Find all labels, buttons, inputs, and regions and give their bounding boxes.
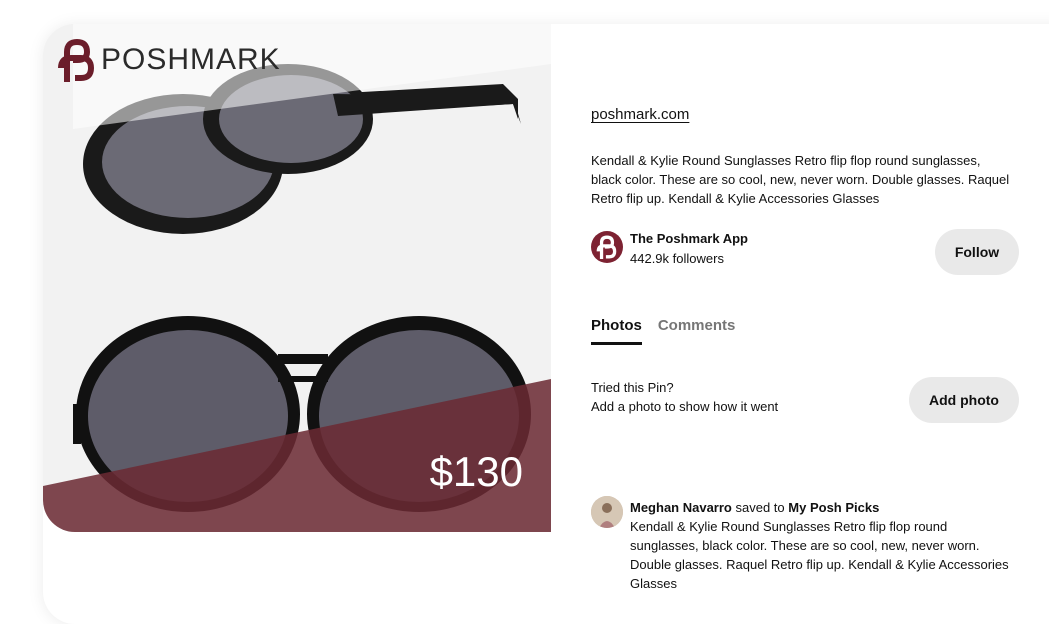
poshmark-logo: POSHMARK — [57, 38, 281, 82]
add-photo-button[interactable]: Add photo — [909, 377, 1019, 423]
tab-comments[interactable]: Comments — [658, 317, 736, 345]
activity-text: Meghan Navarro saved to My Posh Picks Ke… — [630, 498, 1010, 593]
poshmark-avatar-icon — [596, 235, 617, 259]
brand-name: POSHMARK — [101, 43, 281, 76]
activity-board[interactable]: My Posh Picks — [788, 500, 879, 515]
pin-description: Kendall & Kylie Round Sunglasses Retro f… — [591, 153, 1010, 206]
pin-details: poshmark.com Kendall & Kylie Round Sungl… — [591, 24, 1031, 624]
tab-photos[interactable]: Photos — [591, 317, 642, 345]
source-link[interactable]: poshmark.com — [591, 106, 689, 123]
user-avatar[interactable] — [591, 496, 623, 528]
creator-row: The Poshmark App 442.9k followers Follow — [591, 229, 1021, 275]
price-label: $130 — [429, 448, 523, 495]
tried-title: Tried this Pin? — [591, 380, 674, 395]
creator-avatar[interactable] — [591, 231, 623, 263]
tried-subtitle: Add a photo to show how it went — [591, 399, 779, 414]
activity-user[interactable]: Meghan Navarro — [630, 500, 732, 515]
poshmark-logo-icon — [58, 38, 95, 82]
creator-followers: 442.9k followers — [630, 251, 724, 266]
user-photo-icon — [591, 496, 623, 528]
tab-bar: Photos Comments — [591, 317, 735, 345]
tried-this-pin: Tried this Pin? Add a photo to show how … — [591, 377, 1021, 428]
pin-card: POSHMARK $130 poshmark.com Kendall & Kyl… — [43, 24, 1049, 624]
creator-name[interactable]: The Poshmark App — [630, 231, 748, 246]
activity-description: Kendall & Kylie Round Sunglasses Retro f… — [630, 519, 1009, 591]
follow-button[interactable]: Follow — [935, 229, 1019, 275]
pin-image[interactable]: POSHMARK $130 — [43, 24, 551, 532]
activity-action: saved to — [735, 500, 785, 515]
